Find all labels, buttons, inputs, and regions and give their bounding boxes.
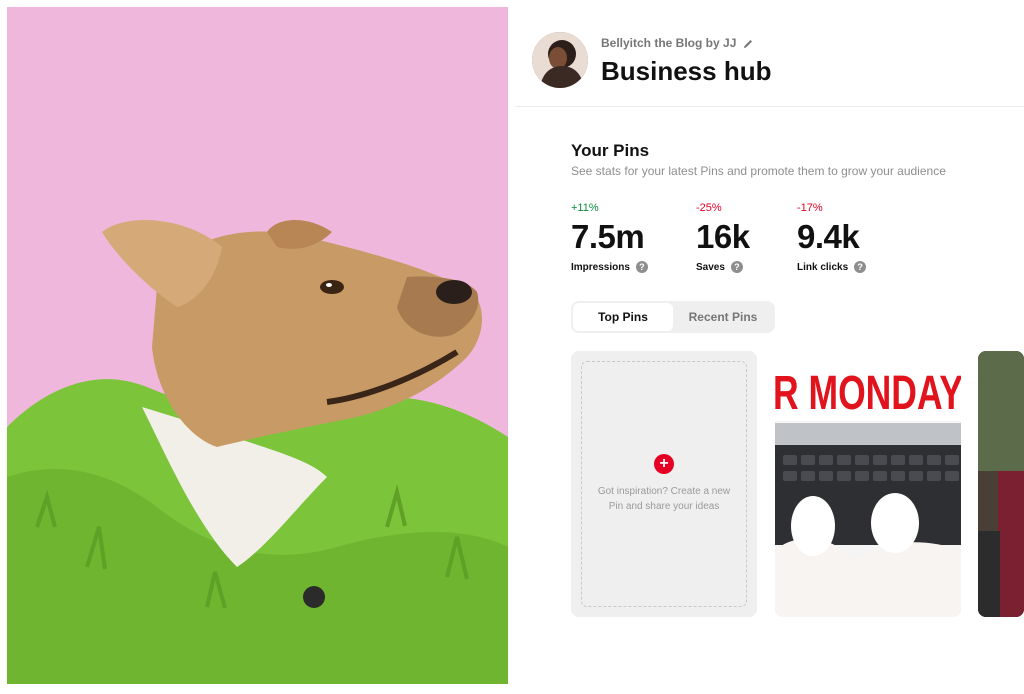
tab-recent-pins[interactable]: Recent Pins	[673, 303, 773, 331]
stat-change: -17%	[797, 202, 823, 214]
your-pins-title: Your Pins	[571, 141, 650, 160]
pin-image: R MONDAY	[775, 351, 961, 617]
stat-value: 9.4k	[797, 218, 860, 255]
help-icon[interactable]: ?	[635, 261, 648, 273]
stat-change: -25%	[696, 202, 722, 214]
stat-change: +11%	[571, 202, 599, 214]
help-icon[interactable]: ?	[854, 261, 867, 273]
create-pin-text: Got inspiration? Create a new Pin and sh…	[597, 486, 731, 512]
account-name: Bellyitch the Blog by JJ	[601, 36, 737, 50]
stat-saves: -25% 16k Saves ?	[696, 202, 750, 273]
stat-label: Impressions	[571, 261, 630, 273]
pencil-icon[interactable]	[742, 37, 754, 49]
business-hub-panel: Bellyitch the Blog by JJ Business hub Yo…	[515, 0, 1024, 694]
create-pin-dropzone: + Got inspiration? Create a new Pin and …	[581, 361, 747, 607]
stat-label: Link clicks	[797, 261, 849, 273]
stat-label: Saves	[696, 261, 725, 273]
stat-impressions: +11% 7.5m Impressions ?	[571, 202, 648, 273]
account-row: Bellyitch the Blog by JJ	[601, 36, 754, 50]
avatar-image	[532, 32, 588, 88]
help-icon[interactable]: ?	[730, 261, 743, 273]
plus-icon[interactable]: +	[654, 454, 674, 474]
tab-top-pins[interactable]: Top Pins	[573, 303, 673, 331]
create-pin-card[interactable]: + Got inspiration? Create a new Pin and …	[571, 351, 757, 617]
your-pins-subtitle: See stats for your latest Pins and promo…	[571, 164, 946, 178]
pins-tabs: Top Pins Recent Pins	[571, 301, 775, 333]
pin-card[interactable]: R MONDAY	[775, 351, 961, 617]
pin-image	[978, 351, 1024, 617]
header-divider	[515, 106, 1024, 107]
page-title: Business hub	[601, 56, 772, 86]
profile-avatar[interactable]	[532, 32, 588, 88]
stat-link-clicks: -17% 9.4k Link clicks ?	[797, 202, 867, 273]
dog-photo-illustration	[7, 7, 508, 684]
dog-photo	[7, 7, 508, 684]
stat-value: 7.5m	[571, 218, 645, 255]
pin-card[interactable]	[978, 351, 1024, 617]
pin-overlay-text: R MONDAY	[775, 367, 961, 420]
stat-value: 16k	[696, 218, 750, 255]
